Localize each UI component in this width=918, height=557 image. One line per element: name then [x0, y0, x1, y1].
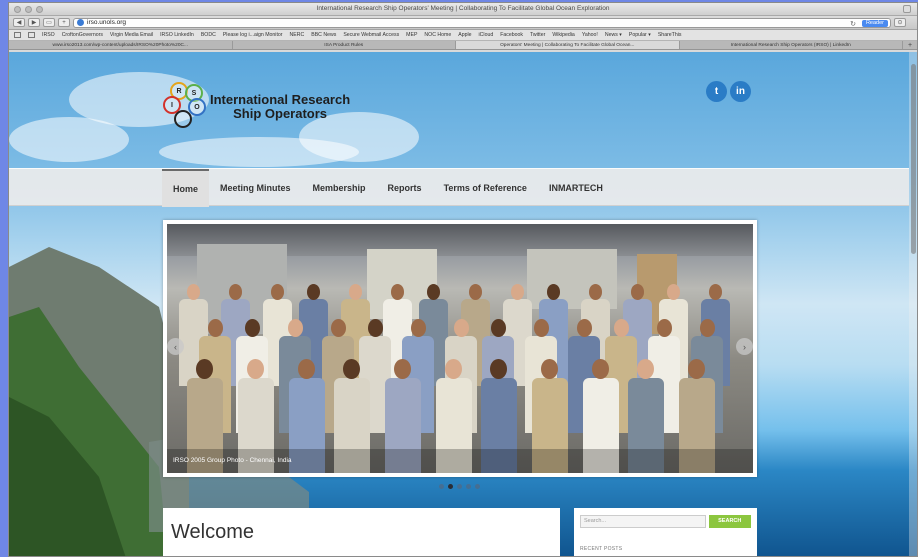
bookmark-item[interactable]: Facebook [500, 32, 523, 38]
bookmark-item[interactable]: Twitter [530, 32, 545, 38]
nav-item-terms-of-reference[interactable]: Terms of Reference [433, 169, 538, 207]
bookmark-item[interactable]: NERC [290, 32, 305, 38]
scroll-thumb[interactable] [911, 64, 916, 254]
bookmark-item[interactable]: IRSO LinkedIn [160, 32, 194, 38]
slider-next-arrow-icon[interactable]: › [736, 338, 753, 355]
forward-button[interactable]: ▶ [28, 18, 40, 27]
browser-window: International Research Ship Operators' M… [8, 2, 918, 557]
welcome-panel: Welcome [163, 508, 560, 556]
book-icon[interactable] [14, 32, 21, 38]
slider-dot[interactable] [439, 484, 444, 489]
welcome-heading: Welcome [171, 521, 254, 543]
group-photo: IRSO 2005 Group Photo - Chennai, India [167, 224, 753, 473]
tab-bar: www.irso2013.com/wp-content/uploads/IRSO… [9, 41, 917, 50]
nav-item-inmartech[interactable]: INMARTECH [538, 169, 614, 207]
downloads-icon[interactable]: ⊙ [894, 18, 906, 27]
nav-item-home[interactable]: Home [162, 169, 210, 207]
social-links: t in [706, 81, 751, 102]
slider-pagination [439, 484, 480, 489]
bookmark-item[interactable]: BODC [201, 32, 216, 38]
slider-dot[interactable] [475, 484, 480, 489]
bookmark-item[interactable]: Secure Webmail Access [343, 32, 399, 38]
browser-tab[interactable]: Operators' Meeting | Collaborating To Fa… [456, 41, 680, 49]
address-bar[interactable]: irso.unols.org ↻ Reader [73, 17, 891, 28]
grid-icon[interactable] [28, 32, 35, 38]
bookmark-item[interactable]: News ▾ [605, 32, 622, 38]
main-nav: Home Meeting Minutes Membership Reports Term… [162, 169, 614, 207]
title-bar: International Research Ship Operators' M… [9, 3, 917, 16]
bookmark-item[interactable]: Popular ▾ [629, 32, 651, 38]
browser-toolbar: ◀ ▶ ▭ + irso.unols.org ↻ Reader ⊙ [9, 16, 917, 30]
window-title: International Research Ship Operators' M… [316, 5, 610, 12]
page-viewport: R S I O International Research Ship Oper… [9, 52, 917, 556]
sidebar-toggle-icon[interactable]: ▭ [43, 18, 55, 27]
bookmark-item[interactable]: Virgin Media Email [110, 32, 153, 38]
bookmark-item[interactable]: NOC Home [424, 32, 451, 38]
sidebar-widget: Search... SEARCH RECENT POSTS [574, 508, 757, 556]
logo-rings-icon: R S I O [163, 82, 207, 132]
slider-dot[interactable] [457, 484, 462, 489]
bookmark-item[interactable]: BBC News [311, 32, 336, 38]
fullscreen-button[interactable] [903, 5, 911, 13]
bookmarks-bar: IRSO CroftonGovernors Virgin Media Email IR… [9, 30, 917, 41]
page-scrollbar[interactable] [909, 52, 917, 556]
slide-caption: IRSO 2005 Group Photo - Chennai, India [167, 449, 753, 473]
site-title-line2: Ship Operators [233, 106, 328, 121]
slider-dot[interactable] [466, 484, 471, 489]
search-input[interactable]: Search... [580, 515, 706, 528]
browser-tab[interactable]: www.irso2013.com/wp-content/uploads/IRSO… [9, 41, 233, 49]
nav-item-membership[interactable]: Membership [302, 169, 377, 207]
slider-dot[interactable] [448, 484, 453, 489]
site-title: International Research Ship Operators [210, 93, 350, 121]
browser-tab[interactable]: International Research Ship Operators (I… [680, 41, 903, 49]
site-logo[interactable]: R S I O International Research Ship Oper… [163, 82, 350, 132]
new-tab-button[interactable]: + [58, 18, 70, 27]
nav-item-reports[interactable]: Reports [377, 169, 433, 207]
search-form: Search... SEARCH [580, 515, 751, 528]
bookmark-item[interactable]: Yahoo! [582, 32, 598, 38]
reload-icon[interactable]: ↻ [850, 20, 856, 28]
recent-posts-heading: RECENT POSTS [580, 546, 623, 552]
add-tab-button[interactable]: + [903, 41, 917, 49]
bookmark-item[interactable]: Please log i...aign Monitor [223, 32, 283, 38]
logo-ring-black [174, 110, 192, 128]
bookmark-item[interactable]: CroftonGovernors [62, 32, 103, 38]
bookmark-item[interactable]: IRSO [42, 32, 55, 38]
site-title-line1: International Research [210, 92, 351, 107]
url-text: irso.unols.org [87, 19, 127, 26]
logo-ring-o: O [188, 98, 206, 116]
back-button[interactable]: ◀ [13, 18, 25, 27]
search-button[interactable]: SEARCH [708, 515, 751, 528]
bookmark-item[interactable]: Wikipedia [552, 32, 575, 38]
linkedin-icon[interactable]: in [730, 81, 751, 102]
nav-item-meeting-minutes[interactable]: Meeting Minutes [209, 169, 302, 207]
reader-button[interactable]: Reader [861, 19, 888, 27]
browser-tab[interactable]: ISA Product Rules [233, 41, 456, 49]
twitter-icon[interactable]: t [706, 81, 727, 102]
bookmark-item[interactable]: iCloud [479, 32, 494, 38]
main-nav-bar: Home Meeting Minutes Membership Reports Term… [9, 168, 909, 207]
bookmark-item[interactable]: Apple [458, 32, 471, 38]
bookmark-item[interactable]: ShareThis [658, 32, 682, 38]
slider-prev-arrow-icon[interactable]: ‹ [167, 338, 184, 355]
photo-slider[interactable]: IRSO 2005 Group Photo - Chennai, India ‹… [163, 220, 757, 477]
globe-icon [77, 19, 84, 26]
bookmark-item[interactable]: MEP [406, 32, 417, 38]
